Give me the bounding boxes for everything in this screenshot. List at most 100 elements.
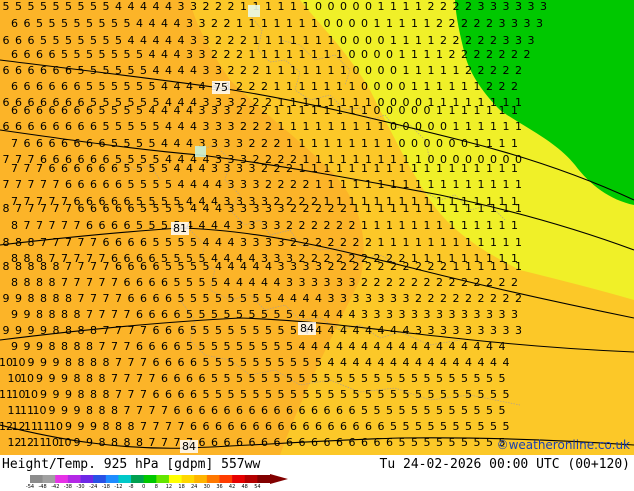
temp-value: 3 — [528, 0, 535, 13]
temp-value: 5 — [461, 372, 468, 385]
temp-value: 2 — [228, 0, 235, 13]
temp-value: 5 — [99, 80, 106, 93]
temp-value: 5 — [203, 324, 210, 337]
temp-value: 2 — [261, 162, 268, 175]
temp-value: 4 — [336, 308, 343, 321]
temp-value: 8 — [61, 340, 68, 353]
temp-value: 6 — [111, 162, 118, 175]
temp-value: 1 — [403, 64, 410, 77]
temp-value: 2 — [265, 120, 272, 133]
temp-value: 3 — [236, 137, 243, 150]
temp-value: 4 — [178, 34, 185, 47]
temp-value: 6 — [361, 436, 368, 449]
temp-value: 6 — [290, 420, 297, 433]
temp-value: 1 — [428, 64, 435, 77]
temp-value: 6 — [153, 324, 160, 337]
temp-value: 5 — [474, 404, 481, 417]
temp-value: 2 — [286, 162, 293, 175]
temp-value: 1 — [303, 64, 310, 77]
temp-value: 4 — [428, 356, 435, 369]
temp-value: 1 — [403, 34, 410, 47]
temp-value: 1 — [324, 104, 331, 117]
temp-value: 4 — [165, 34, 172, 47]
temp-value: 5 — [211, 340, 218, 353]
temp-value: 9 — [24, 340, 31, 353]
temp-value: 9 — [11, 308, 18, 321]
temp-value: 6 — [24, 80, 31, 93]
temp-value: 1 — [253, 34, 260, 47]
temp-value: 4 — [140, 0, 147, 13]
temp-value: 3 — [224, 162, 231, 175]
temp-value: 6 — [90, 178, 97, 191]
temp-value: 1 — [403, 0, 410, 13]
temp-value: 3 — [199, 48, 206, 61]
temp-value: 6 — [224, 404, 231, 417]
temp-value: 5 — [28, 0, 35, 13]
temp-value: 0 — [415, 120, 422, 133]
color-scale-arrow — [270, 474, 288, 484]
temp-value: 6 — [211, 436, 218, 449]
temp-value: 6 — [278, 420, 285, 433]
temp-value: 3 — [215, 120, 222, 133]
credit-link[interactable]: ©weatheronline.co.uk — [497, 438, 630, 452]
temp-value: 0 — [386, 80, 393, 93]
temp-value: 0 — [353, 34, 360, 47]
temp-value: 1 — [474, 219, 481, 232]
temp-value: 7 — [165, 420, 172, 433]
temp-value: 2 — [453, 292, 460, 305]
temp-value: 1 — [411, 48, 418, 61]
temp-value: 1 — [453, 202, 460, 215]
temp-value: 1 — [324, 48, 331, 61]
temp-value: 5 — [240, 292, 247, 305]
temp-value: 5 — [103, 0, 110, 13]
temp-value: 3 — [186, 48, 193, 61]
temp-value: 4 — [161, 104, 168, 117]
temp-value: 5 — [499, 404, 506, 417]
temp-value: 5 — [224, 308, 231, 321]
temp-value: 1 — [403, 236, 410, 249]
temp-value: 1 — [490, 120, 497, 133]
temp-value: 1 — [378, 202, 385, 215]
temp-value: 4 — [449, 340, 456, 353]
temp-value: 10 — [33, 404, 47, 417]
temp-value: 1 — [365, 120, 372, 133]
temp-value: 1 — [324, 137, 331, 150]
temp-value: 5 — [428, 420, 435, 433]
temp-value: 3 — [203, 64, 210, 77]
temp-value: 2 — [274, 162, 281, 175]
temp-value: 4 — [249, 276, 256, 289]
color-scale-tick: 42 — [228, 484, 236, 490]
temp-value: 1 — [411, 80, 418, 93]
temp-value: 1 — [336, 162, 343, 175]
temp-value: 6 — [140, 292, 147, 305]
temp-value: 1 — [265, 34, 272, 47]
temp-value: 5 — [436, 404, 443, 417]
temp-value: 5 — [136, 80, 143, 93]
temp-value: 3 — [286, 276, 293, 289]
temp-value: 3 — [436, 308, 443, 321]
temp-value: 5 — [365, 388, 372, 401]
temp-value: 2 — [315, 236, 322, 249]
temp-value: 3 — [224, 137, 231, 150]
temp-value: 6 — [261, 436, 268, 449]
temp-value: 4 — [186, 104, 193, 117]
temp-value: 1 — [515, 202, 522, 215]
temp-value: 0 — [374, 48, 381, 61]
temp-value: 4 — [178, 120, 185, 133]
temp-value: 8 — [61, 308, 68, 321]
temp-value: 3 — [203, 34, 210, 47]
temp-value: 4 — [228, 260, 235, 273]
temp-value: 8 — [3, 260, 10, 273]
temp-value: 2 — [236, 48, 243, 61]
temp-value: 3 — [303, 260, 310, 273]
temp-value: 5 — [211, 308, 218, 321]
temp-value: 6 — [61, 162, 68, 175]
temp-value: 8 — [40, 260, 47, 273]
temp-value: 5 — [315, 356, 322, 369]
temp-value: 5 — [249, 372, 256, 385]
temp-value: 1 — [415, 0, 422, 13]
temp-value: 6 — [140, 260, 147, 273]
temp-value: 4 — [199, 162, 206, 175]
temp-value: 7 — [99, 276, 106, 289]
city-marker-1 — [248, 5, 260, 17]
